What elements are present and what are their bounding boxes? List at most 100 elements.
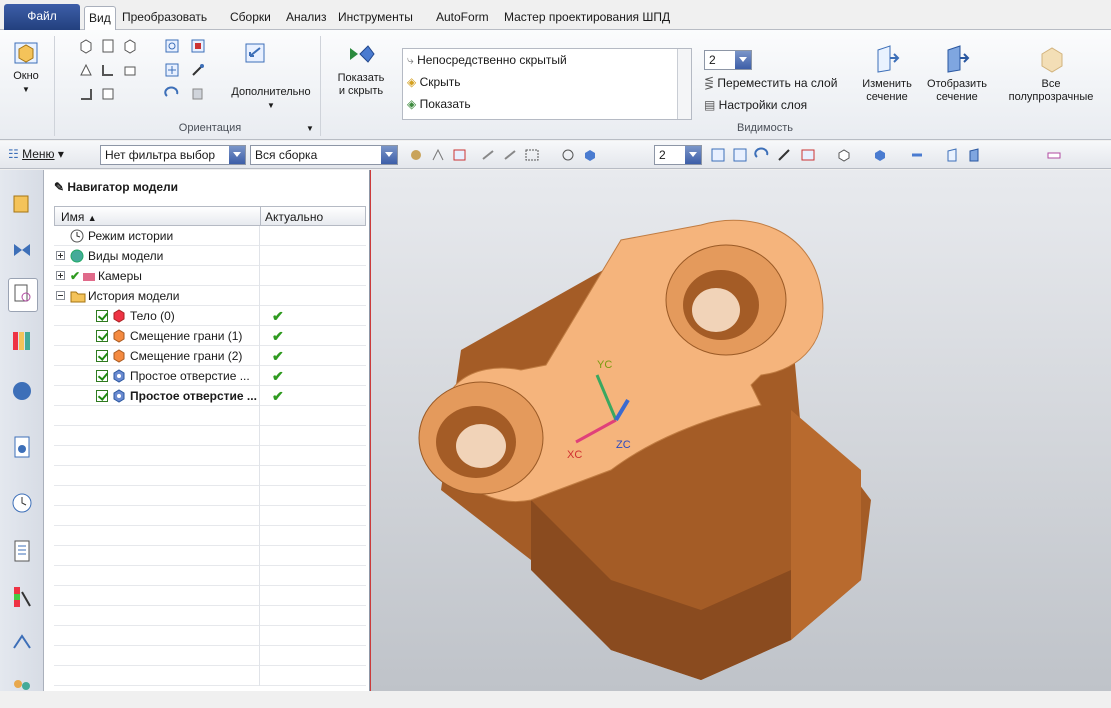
layer-select[interactable]: 2 — [704, 50, 752, 70]
measure-icon[interactable] — [1046, 147, 1062, 163]
tab-transform[interactable]: Преобразовать — [118, 6, 211, 30]
restore-view-icon[interactable] — [190, 86, 206, 102]
assembly-navigator-tab[interactable] — [8, 190, 38, 224]
graphics-window[interactable]: XC YC ZC — [370, 170, 1111, 691]
render-style-icon[interactable] — [836, 147, 852, 163]
window-button[interactable]: Окно ▼ — [6, 40, 46, 96]
tab-tools[interactable]: Инструменты — [334, 6, 417, 30]
web-browser-tab[interactable] — [8, 376, 38, 410]
checkbox[interactable] — [96, 310, 108, 322]
tree-row[interactable]: Простое отверстие ... ✔ — [54, 386, 366, 406]
history-tab[interactable] — [8, 488, 38, 522]
zoom-icon[interactable] — [732, 147, 748, 163]
rotate-icon[interactable] — [754, 147, 770, 163]
list-item[interactable]: ◈ Показать — [407, 95, 471, 113]
top-view-icon[interactable] — [78, 62, 94, 78]
zoom-area-icon[interactable] — [190, 38, 206, 54]
feature-select-icon[interactable] — [452, 147, 468, 163]
assembly-scope-select[interactable]: Вся сборка — [250, 145, 398, 165]
all-transparent-button[interactable]: Все полупрозрачные — [994, 44, 1108, 104]
view-orient-icon[interactable] — [800, 147, 816, 163]
file-tab[interactable]: Файл — [4, 4, 80, 30]
move-to-layer-label: Переместить на слой — [717, 76, 838, 90]
checkbox[interactable] — [96, 390, 108, 402]
snap-point-icon[interactable] — [408, 147, 424, 163]
right-view-icon[interactable] — [122, 62, 138, 78]
expand-icon[interactable] — [56, 251, 65, 260]
body-select-icon[interactable] — [480, 147, 496, 163]
list-item[interactable]: ◈ Скрыть — [407, 73, 461, 91]
back-view-icon[interactable] — [100, 86, 116, 102]
system-materials-tab[interactable] — [8, 536, 38, 570]
chevron-down-icon[interactable] — [685, 146, 701, 164]
checkbox[interactable] — [96, 370, 108, 382]
pin-icon[interactable]: ✎ — [54, 180, 67, 194]
tree-row[interactable]: ✔ Камеры — [54, 266, 366, 286]
tree-row[interactable]: Виды модели — [54, 246, 366, 266]
tree-row[interactable]: Тело (0) ✔ — [54, 306, 366, 326]
visualization-tab[interactable] — [8, 582, 38, 616]
tree-row[interactable]: Смещение грани (1) ✔ — [54, 326, 366, 346]
tab-analysis[interactable]: Анализ — [282, 6, 331, 30]
chevron-down-icon[interactable] — [229, 146, 245, 164]
chevron-down-icon[interactable]: ▼ — [306, 124, 314, 133]
chevron-down-icon[interactable] — [381, 146, 397, 164]
tab-die-wizard[interactable]: Мастер проектирования ШПД — [500, 6, 674, 30]
part-model[interactable]: XC YC ZC — [371, 170, 1111, 691]
tree-row[interactable]: Режим истории — [54, 226, 366, 246]
show-section-button[interactable]: Отобразить сечение — [924, 44, 990, 104]
edit-section-icon[interactable] — [944, 147, 960, 163]
tree-row[interactable]: Смещение грани (2) ✔ — [54, 346, 366, 366]
empty-row — [54, 406, 366, 426]
edit-section-button[interactable]: Изменить сечение — [856, 44, 918, 104]
front-view-icon[interactable] — [100, 38, 116, 54]
part-navigator-tab[interactable] — [8, 278, 38, 312]
roles-tab[interactable] — [8, 628, 38, 662]
pan-icon[interactable] — [776, 147, 792, 163]
rotate-icon[interactable] — [190, 62, 206, 78]
show-section-icon[interactable] — [966, 147, 982, 163]
collapse-icon[interactable] — [56, 291, 65, 300]
constraint-navigator-tab[interactable] — [8, 236, 38, 270]
show-hide-button[interactable]: Показать и скрыть — [328, 40, 394, 98]
type-filter-select[interactable]: Нет фильтра выбор — [100, 145, 246, 165]
wireframe-icon[interactable] — [560, 147, 576, 163]
trimetric-view-icon[interactable] — [122, 38, 138, 54]
bottom-view-icon[interactable] — [78, 86, 94, 102]
face-select-icon[interactable] — [502, 147, 518, 163]
tab-assemblies[interactable]: Сборки — [226, 6, 275, 30]
reuse-library-tab[interactable] — [8, 326, 38, 360]
list-item[interactable]: ⤷ Непосредственно скрытый — [407, 51, 567, 69]
rectangle-select-icon[interactable] — [524, 147, 540, 163]
name-column-header[interactable]: Имя ▲ — [61, 210, 97, 224]
show-hide-icon[interactable] — [908, 147, 924, 163]
pan-icon[interactable] — [164, 62, 180, 78]
layer-settings-button[interactable]: ▤ Настройки слоя — [704, 98, 807, 112]
visibility-list[interactable]: ⤷ Непосредственно скрытый ◈ Скрыть ◈ Пок… — [402, 48, 692, 120]
left-view-icon[interactable] — [100, 62, 116, 78]
scrollbar[interactable] — [677, 49, 691, 119]
move-to-layer-button[interactable]: ⋚ Переместить на слой — [704, 76, 837, 90]
history-palette-tab[interactable] — [8, 432, 38, 466]
work-layer-select[interactable]: 2 — [654, 145, 702, 165]
display-mode-icon[interactable] — [872, 147, 888, 163]
fit-icon[interactable] — [164, 38, 180, 54]
isometric-view-icon[interactable] — [78, 38, 94, 54]
current-column-header[interactable]: Актуально — [265, 210, 323, 224]
team-tab[interactable] — [8, 674, 38, 708]
shaded-icon[interactable] — [582, 147, 598, 163]
menu-button[interactable]: ☷ Меню ▾ — [8, 147, 64, 161]
vertex-select-icon[interactable] — [430, 147, 446, 163]
orientation-more-icon[interactable] — [240, 40, 270, 70]
more-button[interactable]: Дополнительно ▼ — [226, 86, 316, 112]
tree-row[interactable]: Простое отверстие ... ✔ — [54, 366, 366, 386]
tab-autoform[interactable]: AutoForm — [432, 6, 493, 30]
expand-icon[interactable] — [56, 271, 65, 280]
tab-view[interactable]: Вид — [84, 6, 116, 30]
tree-row[interactable]: История модели — [54, 286, 366, 306]
orbit-icon[interactable] — [164, 86, 180, 102]
checkbox[interactable] — [96, 350, 108, 362]
fit-icon[interactable] — [710, 147, 726, 163]
checkbox[interactable] — [96, 330, 108, 342]
chevron-down-icon[interactable] — [735, 51, 751, 69]
